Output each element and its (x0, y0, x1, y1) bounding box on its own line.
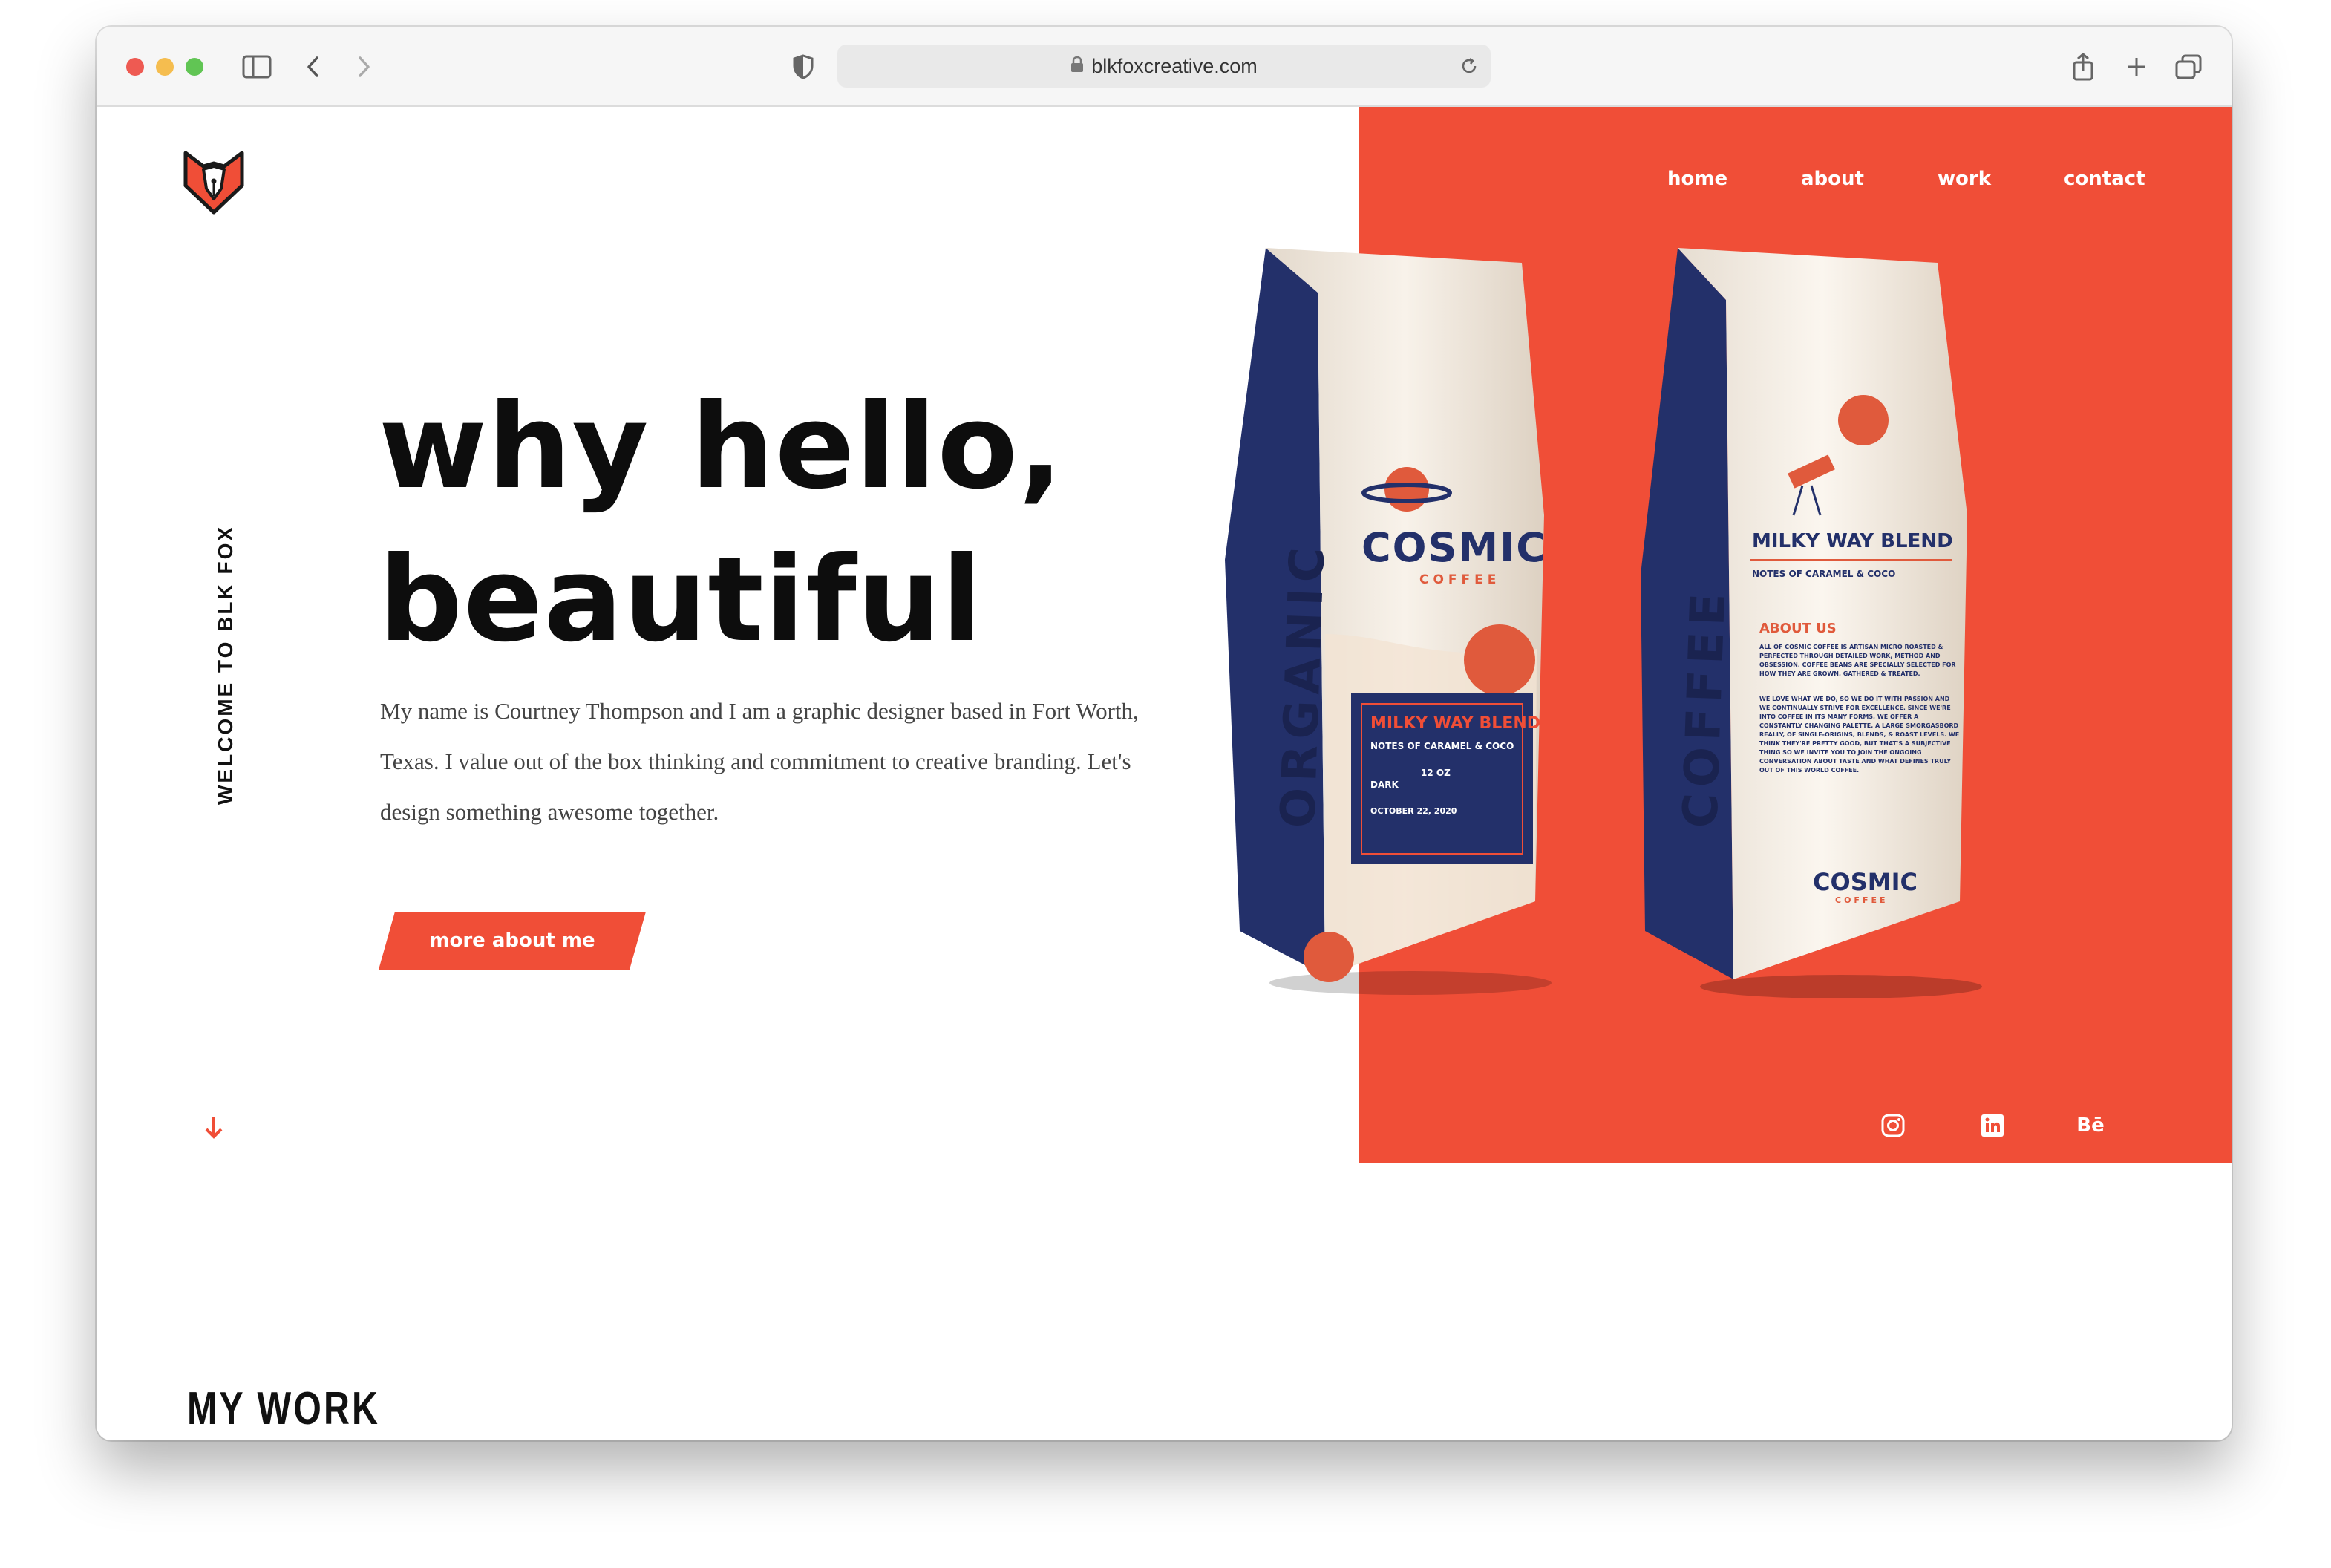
tab-overview-icon[interactable] (2169, 48, 2208, 86)
nav-about-link[interactable]: about (1801, 168, 1864, 190)
back-icon[interactable] (294, 48, 333, 86)
front-sub: COFFEE (1419, 572, 1501, 587)
back-side-text: COFFEE (1673, 586, 1737, 829)
behance-icon[interactable]: Bē (2074, 1109, 2107, 1142)
nav-contact-link[interactable]: contact (2064, 168, 2145, 190)
lock-icon (1070, 55, 1084, 78)
url-text: blkfoxcreative.com (1091, 54, 1258, 77)
more-about-me-button[interactable]: more about me (379, 912, 646, 970)
front-label-notes: NOTES OF CARAMEL & COCO (1370, 741, 1514, 751)
headline-line-1: why hello, (379, 379, 1064, 515)
coffee-bag-front: COSMIC COFFEE ORGANIC MILKY WAY BLEND NO… (1225, 248, 1566, 998)
front-date: OCTOBER 22, 2020 (1370, 806, 1457, 816)
address-bar[interactable]: blkfoxcreative.com (837, 45, 1491, 88)
front-side-text: ORGANIC (1271, 540, 1336, 829)
close-window-button[interactable] (126, 58, 144, 76)
browser-window: blkfoxcreative.com home about work conta… (97, 27, 2232, 1440)
back-notes: NOTES OF CARAMEL & COCO (1752, 569, 1896, 579)
nav-work-link[interactable]: work (1938, 168, 1991, 190)
fox-logo[interactable] (183, 150, 245, 215)
back-about-text-2: WE LOVE WHAT WE DO, SO WE DO IT WITH PAS… (1759, 696, 1960, 774)
back-title: MILKY WAY BLEND (1752, 530, 1953, 552)
back-sub: COFFEE (1835, 895, 1889, 905)
minimize-window-button[interactable] (156, 58, 174, 76)
hero-headline: why hello, beautiful (379, 370, 1064, 676)
instagram-icon[interactable] (1877, 1109, 1909, 1142)
front-brand: COSMIC (1361, 524, 1547, 571)
browser-toolbar: blkfoxcreative.com (97, 27, 2232, 107)
front-roast: DARK (1370, 780, 1399, 790)
back-about-title: ABOUT US (1759, 621, 1837, 636)
privacy-shield-icon[interactable] (784, 48, 823, 86)
coffee-bag-back: MILKY WAY BLEND NOTES OF CARAMEL & COCO … (1641, 248, 1990, 998)
back-brand: COSMIC (1813, 868, 1918, 896)
my-work-heading: MY WORK (187, 1383, 381, 1434)
sidebar-toggle-icon[interactable] (238, 48, 276, 86)
zoom-window-button[interactable] (186, 58, 203, 76)
web-page: home about work contact WELCOME TO BLK F… (97, 107, 2232, 1440)
forward-icon[interactable] (344, 48, 383, 86)
nav-home-link[interactable]: home (1667, 168, 1727, 190)
new-tab-icon[interactable] (2117, 48, 2156, 86)
linkedin-icon[interactable] (1976, 1109, 2009, 1142)
share-icon[interactable] (2064, 48, 2102, 86)
behance-label: Bē (2076, 1114, 2105, 1137)
welcome-side-label: WELCOME TO BLK FOX (214, 524, 237, 805)
headline-line-2: beautiful (379, 532, 983, 668)
reload-icon[interactable] (1455, 52, 1483, 80)
back-about-text: ALL OF COSMIC COFFEE IS ARTISAN MICRO RO… (1759, 644, 1956, 677)
scroll-down-arrow-icon[interactable] (200, 1112, 227, 1142)
front-label-title: MILKY WAY BLEND (1370, 714, 1541, 733)
front-weight: 12 OZ (1421, 768, 1451, 778)
intro-paragraph: My name is Courtney Thompson and I am a … (380, 698, 1139, 825)
